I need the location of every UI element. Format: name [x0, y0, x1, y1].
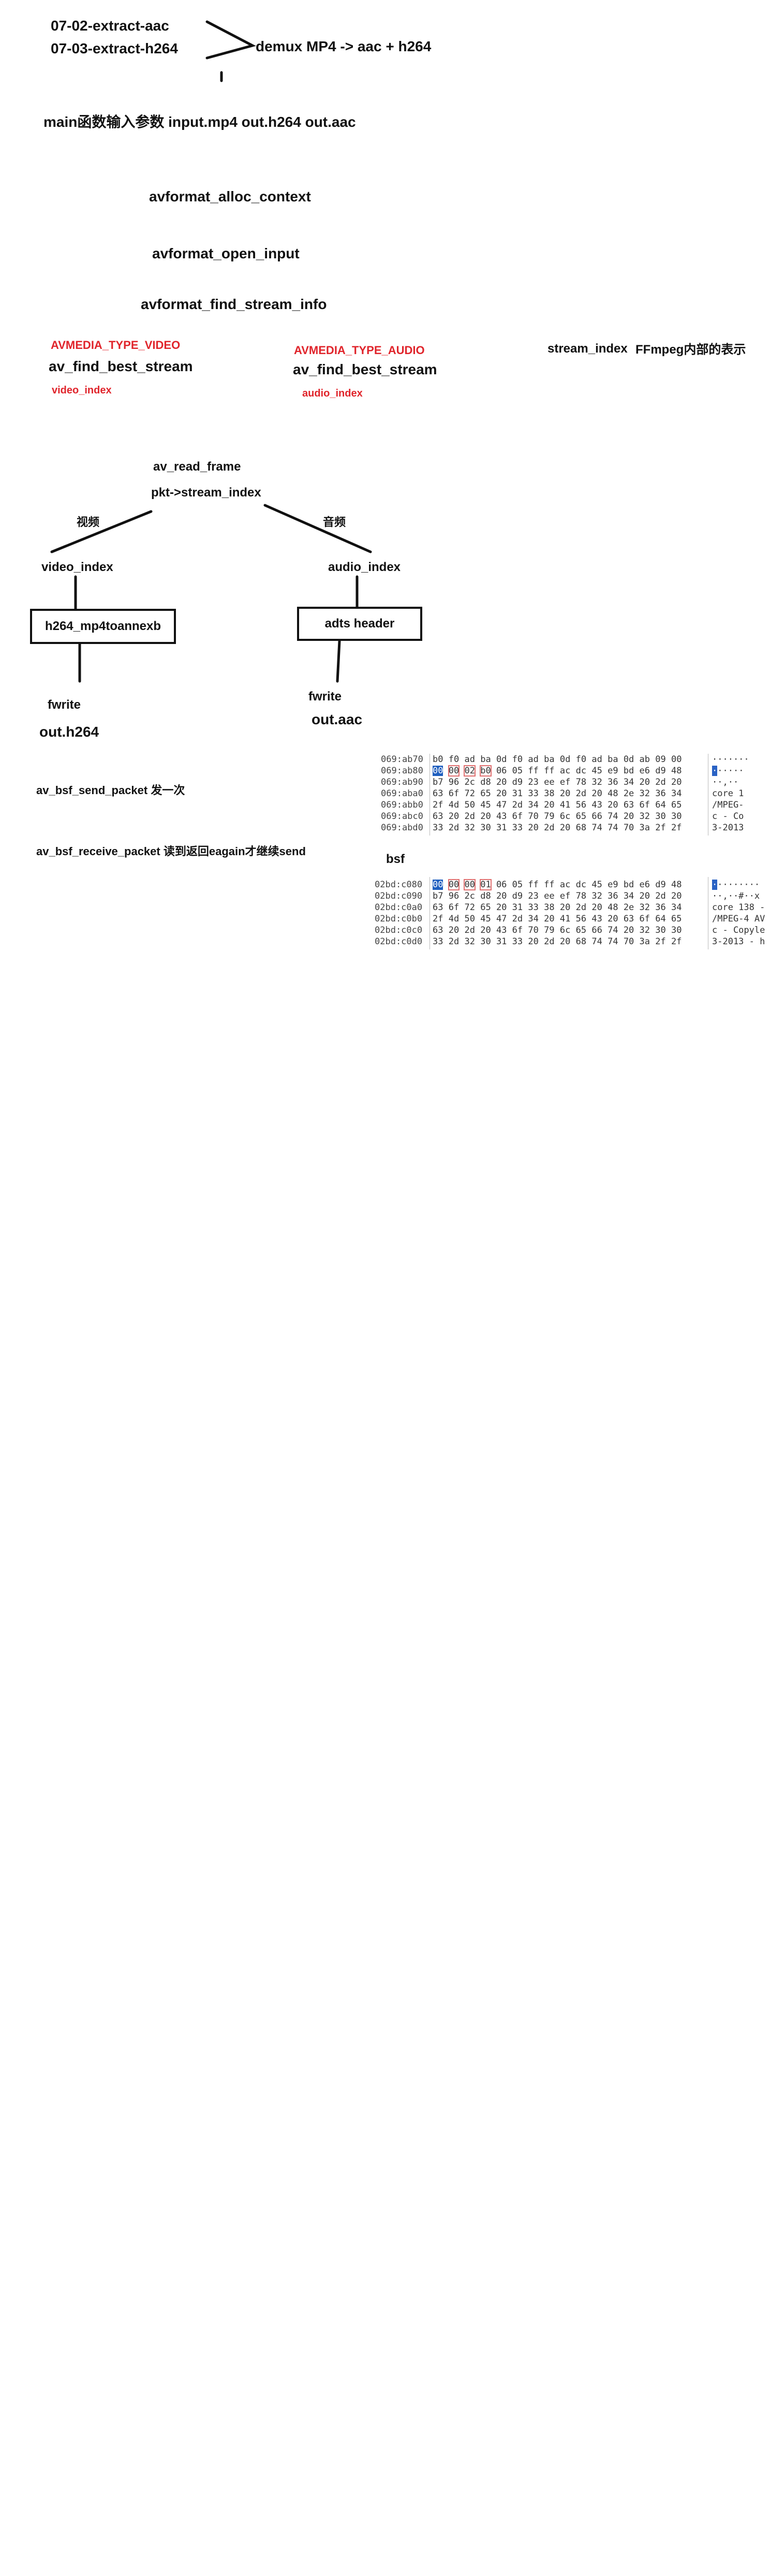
- hex-ascii: core 138 -: [712, 902, 765, 913]
- hex-row: 02bd:c0b0 2f 4d 50 45 47 2d 34 20 41 56 4…: [375, 913, 770, 925]
- hex-row: 069:abb0 2f 4d 50 45 47 2d 34 20 41 56 43…: [381, 799, 770, 811]
- hex-dump-before: 069:ab70 b0 f0 ad ba 0d f0 ad ba 0d f0 ad…: [381, 754, 770, 836]
- hex-row: 069:abc0 63 20 2d 20 43 6f 70 79 6c 65 66…: [381, 811, 770, 822]
- flow-connectors: [50, 20, 372, 683]
- audio-output-file: out.aac: [312, 711, 363, 727]
- hex-bytes: 00 00 00 01 06 05 ff ff ac dc 45 e9 bd e…: [433, 879, 682, 890]
- hex-ascii: /MPEG-4 AV: [712, 914, 765, 924]
- hex-row: 069:ab90 b7 96 2c d8 20 d9 23 ee ef 78 32…: [381, 777, 770, 788]
- audio-index-node: audio_index: [328, 560, 401, 574]
- file-name-extract-aac: 07-02-extract-aac: [51, 18, 169, 34]
- split-right-line: [263, 504, 372, 553]
- hex-bytes: b7 96 2c d8 20 d9 23 ee ef 78 32 36 34 2…: [433, 777, 682, 787]
- hex-address: 069:aba0: [381, 788, 423, 799]
- hex-bytes: 33 2d 32 30 31 33 20 2d 20 68 74 74 70 3…: [433, 823, 682, 833]
- video-fwrite: fwrite: [48, 698, 81, 712]
- hex-ascii: core 1: [712, 788, 744, 799]
- audio-index-result: audio_index: [302, 388, 363, 399]
- hex-address: 069:abc0: [381, 811, 423, 822]
- video-index-node: video_index: [41, 560, 113, 574]
- hex-row: 069:abd0 33 2d 32 30 31 33 20 2d 20 68 74…: [381, 822, 770, 833]
- hex-address: 02bd:c0a0: [375, 902, 423, 913]
- hex-ascii: c - Co: [712, 811, 744, 822]
- hex-ascii: ·······: [712, 754, 749, 765]
- audio-media-type: AVMEDIA_TYPE_AUDIO: [294, 344, 425, 357]
- hex-bytes: 63 6f 72 65 20 31 33 38 20 2d 20 48 2e 3…: [433, 788, 682, 799]
- video-branch-label: 视频: [77, 516, 100, 529]
- pkt-stream-index: pkt->stream_index: [151, 486, 261, 500]
- hex-address: 02bd:c0c0: [375, 925, 423, 935]
- stream-index-description: FFmpeg内部的表示: [635, 343, 746, 357]
- hex-ascii: /MPEG-: [712, 800, 744, 810]
- av-read-frame: av_read_frame: [153, 460, 241, 474]
- hex-bytes: 2f 4d 50 45 47 2d 34 20 41 56 43 20 63 6…: [433, 914, 682, 924]
- adts-header-label: adts header: [324, 617, 395, 631]
- hex-address: 069:abd0: [381, 823, 423, 833]
- hex-address: 02bd:c080: [375, 880, 423, 890]
- step-open-input: avformat_open_input: [152, 245, 300, 261]
- hex-row: 069:ab80 00 00 02 b0 06 05 ff ff ac dc 45…: [381, 765, 770, 777]
- hex-ascii: 3-2013: [712, 823, 744, 833]
- hex-bytes: b0 f0 ad ba 0d f0 ad ba 0d f0 ad ba 0d a…: [433, 754, 682, 765]
- hex-ascii: ······: [712, 766, 744, 776]
- hex-ascii: ··,··: [712, 777, 739, 787]
- hex-address: 02bd:c0b0: [375, 914, 423, 924]
- video-output-file: out.h264: [39, 724, 99, 740]
- audio-fwrite: fwrite: [308, 690, 342, 704]
- hex-row: 02bd:c0d0 33 2d 32 30 31 33 20 2d 20 68 7…: [375, 936, 770, 947]
- h264-mp4toannexb-box: h264_mp4toannexb: [30, 609, 176, 644]
- hex-row: 02bd:c090 b7 96 2c d8 20 d9 23 ee ef 78 3…: [375, 890, 770, 902]
- hex-dump-after: 02bd:c080 00 00 00 01 06 05 ff ff ac dc 4…: [375, 877, 770, 949]
- demux-summary: demux MP4 -> aac + h264: [256, 38, 432, 54]
- hex-bytes: 63 20 2d 20 43 6f 70 79 6c 65 66 74 20 3…: [433, 811, 682, 822]
- hex-bytes: b7 96 2c d8 20 d9 23 ee ef 78 32 36 34 2…: [433, 891, 682, 901]
- file-name-extract-h264: 07-03-extract-h264: [51, 40, 178, 56]
- hex-bytes: 33 2d 32 30 31 33 20 2d 20 68 74 74 70 3…: [433, 936, 682, 947]
- hex-address: 02bd:c090: [375, 891, 423, 901]
- hex-address: 069:abb0: [381, 800, 423, 810]
- hex-bytes: 00 00 02 b0 06 05 ff ff ac dc 45 e9 bd e…: [433, 765, 682, 777]
- header-brace: [205, 20, 256, 60]
- hex-ascii: 3-2013 - h: [712, 936, 765, 947]
- hex-row: 02bd:c0c0 63 20 2d 20 43 6f 70 79 6c 65 6…: [375, 925, 770, 936]
- step-find-stream-info: avformat_find_stream_info: [141, 296, 327, 312]
- audio-box-to-fwrite-line: [336, 639, 341, 683]
- hex-ascii: ··,··#··x: [712, 891, 760, 901]
- split-left-line: [50, 510, 153, 553]
- adts-header-box: adts header: [297, 607, 422, 641]
- hex-row: 02bd:c0a0 63 6f 72 65 20 31 33 38 20 2d 2…: [375, 902, 770, 913]
- hex-row: 069:aba0 63 6f 72 65 20 31 33 38 20 2d 20…: [381, 788, 770, 799]
- video-find-best-stream: av_find_best_stream: [49, 358, 193, 374]
- audio-branch-label: 音频: [323, 516, 346, 529]
- bsf-send-note: av_bsf_send_packet 发一次: [36, 784, 185, 797]
- hex-bytes: 63 6f 72 65 20 31 33 38 20 2d 20 48 2e 3…: [433, 902, 682, 913]
- hex-bytes: 2f 4d 50 45 47 2d 34 20 41 56 43 20 63 6…: [433, 800, 682, 810]
- bsf-label: bsf: [386, 852, 405, 866]
- hex-address: 069:ab70: [381, 754, 423, 765]
- hex-address: 069:ab90: [381, 777, 423, 787]
- audio-find-best-stream: av_find_best_stream: [293, 361, 437, 377]
- stream-index-label: stream_index: [547, 342, 628, 356]
- hex-address: 02bd:c0d0: [375, 936, 423, 947]
- hex-row: 02bd:c080 00 00 00 01 06 05 ff ff ac dc 4…: [375, 879, 770, 890]
- video-media-type: AVMEDIA_TYPE_VIDEO: [51, 339, 181, 352]
- hex-ascii: c - Copyle: [712, 925, 765, 935]
- main-args-text: main函数输入参数 input.mp4 out.h264 out.aac: [43, 114, 356, 130]
- hex-address: 069:ab80: [381, 766, 423, 776]
- step-alloc-context: avformat_alloc_context: [149, 188, 311, 204]
- video-index-result: video_index: [52, 385, 112, 396]
- bsf-receive-note: av_bsf_receive_packet 读到返回eagain才继续send: [36, 845, 306, 858]
- hex-bytes: 63 20 2d 20 43 6f 70 79 6c 65 66 74 20 3…: [433, 925, 682, 935]
- h264-mp4toannexb-label: h264_mp4toannexb: [45, 619, 161, 633]
- hex-row: 069:ab70 b0 f0 ad ba 0d f0 ad ba 0d f0 ad…: [381, 754, 770, 765]
- hex-ascii: ·········: [712, 880, 760, 890]
